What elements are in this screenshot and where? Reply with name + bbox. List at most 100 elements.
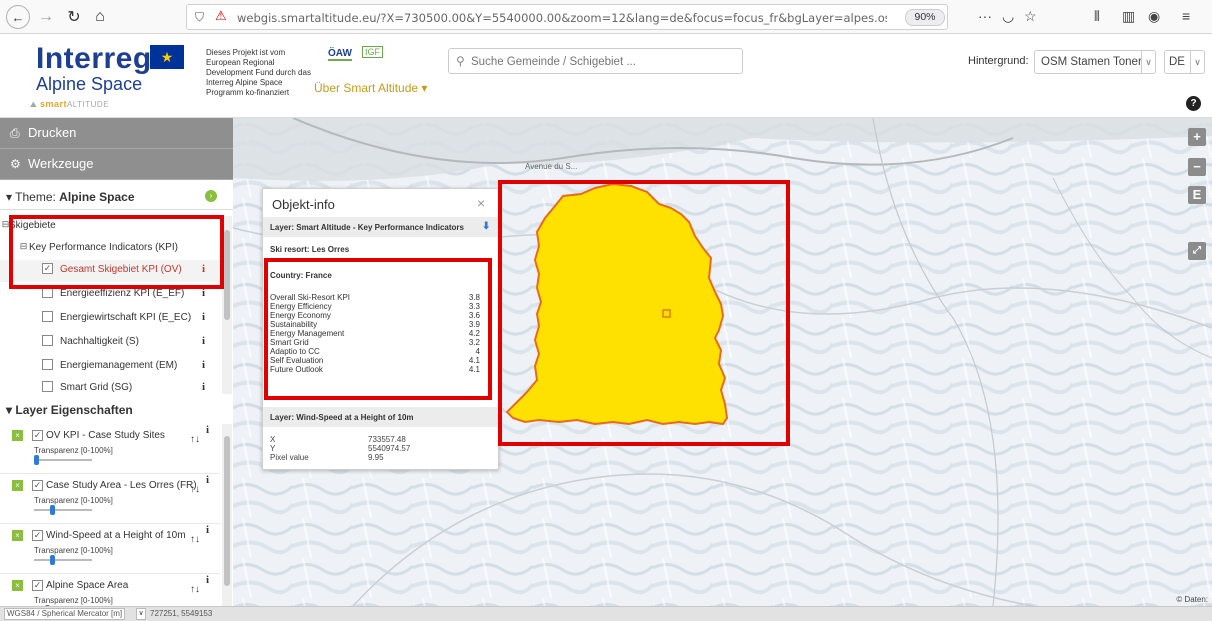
layer-visibility-checkbox[interactable]: ✓: [32, 430, 43, 441]
layer-checkbox[interactable]: [42, 335, 53, 346]
back-icon[interactable]: ←: [6, 5, 30, 29]
remove-layer-icon[interactable]: ×: [12, 580, 23, 591]
help-icon[interactable]: ?: [1186, 96, 1201, 111]
layer-checkbox[interactable]: [42, 359, 53, 370]
info-icon[interactable]: i: [202, 381, 205, 393]
bookmark-star-icon[interactable]: ☆: [1024, 8, 1037, 25]
tools-button[interactable]: ⚙ Werkzeuge: [0, 149, 233, 180]
download-icon[interactable]: ⬇: [482, 221, 490, 232]
info-icon[interactable]: i: [202, 287, 205, 299]
scroll-thumb[interactable]: [224, 436, 230, 586]
popup-layer-header: Layer: Wind-Speed at a Height of 10m: [263, 407, 498, 427]
kpi-row: Sustainability 3.9: [270, 320, 480, 329]
kpi-row: Adaptio to CC 4: [270, 347, 480, 356]
layer-checkbox[interactable]: [42, 311, 53, 322]
tree-item-nachhaltigkeit[interactable]: Nachhaltigkeit (S) i: [0, 332, 220, 354]
layer-checkbox[interactable]: [42, 287, 53, 298]
print-button[interactable]: ⎙ Drucken: [0, 118, 233, 149]
layer-visibility-checkbox[interactable]: ✓: [32, 580, 43, 591]
layer-properties-header[interactable]: ▾ Layer Eigenschaften: [0, 398, 233, 422]
projection-select[interactable]: WGS84 / Spherical Mercator [m]: [4, 608, 126, 620]
pocket-icon[interactable]: ◡: [1002, 8, 1014, 25]
igf-logo[interactable]: IGF: [362, 46, 383, 58]
tree-scrollbar[interactable]: [222, 216, 232, 394]
tree-item-kpi[interactable]: ⊟ Key Performance Indicators (KPI): [0, 238, 220, 260]
reorder-icon[interactable]: ↑↓: [190, 534, 200, 545]
info-icon[interactable]: i: [206, 524, 209, 536]
expand-icon[interactable]: ⤢: [1188, 242, 1206, 260]
forward-icon[interactable]: →: [34, 5, 58, 29]
layer-visibility-checkbox[interactable]: ✓: [32, 530, 43, 541]
chevron-down-icon[interactable]: ∨: [136, 608, 146, 620]
interreg-logo[interactable]: Interreg: [36, 42, 152, 76]
sidebar-icon[interactable]: ▥: [1122, 8, 1135, 25]
tree-item-smart-grid[interactable]: Smart Grid (SG) i: [0, 378, 220, 394]
hamburger-menu-icon[interactable]: ≡: [1182, 8, 1190, 24]
search-box[interactable]: ⚲: [448, 48, 743, 74]
url-bar[interactable]: ⛉ ⚠ webgis.smartaltitude.eu/?X=730500.00…: [186, 4, 948, 30]
zoom-level-badge[interactable]: 90%: [905, 9, 945, 26]
kpi-row: Overall Ski-Resort KPI 3.8: [270, 293, 480, 302]
slider-handle[interactable]: [34, 455, 39, 465]
layer-properties-list: × ✓ OV KPI - Case Study Sites Transparen…: [0, 424, 220, 606]
map-place-label: Avenue du S...: [525, 162, 577, 171]
transparency-slider[interactable]: [34, 455, 92, 465]
close-icon[interactable]: ×: [477, 195, 485, 211]
info-icon[interactable]: i: [202, 359, 205, 371]
library-icon[interactable]: ⫴: [1094, 8, 1100, 25]
alpine-space-logo[interactable]: Alpine Space: [36, 74, 142, 95]
info-icon[interactable]: i: [202, 263, 205, 275]
info-icon[interactable]: i: [202, 311, 205, 323]
slider-handle[interactable]: [49, 505, 55, 515]
remove-layer-icon[interactable]: ×: [12, 480, 23, 491]
kpi-row: Energy Economy 3.6: [270, 311, 480, 320]
background-select[interactable]: OSM Stamen Toner ∨: [1034, 50, 1156, 74]
transparency-slider[interactable]: [34, 555, 92, 565]
browser-toolbar: ← → ↻ ⌂ ⛉ ⚠ webgis.smartaltitude.eu/?X=7…: [0, 0, 1212, 34]
info-icon[interactable]: i: [206, 574, 209, 586]
shield-icon[interactable]: ⛉: [195, 10, 204, 25]
tree-item-gesamt-kpi[interactable]: ✓ Gesamt Skigebiet KPI (OV) i: [0, 260, 220, 282]
info-icon[interactable]: i: [206, 474, 209, 486]
info-icon[interactable]: i: [202, 335, 205, 347]
layer-visibility-checkbox[interactable]: ✓: [32, 480, 43, 491]
info-icon[interactable]: i: [206, 424, 209, 436]
collapse-icon[interactable]: ⊟: [18, 242, 29, 253]
about-smart-altitude-menu[interactable]: Über Smart Altitude ▾: [314, 81, 427, 95]
theme-header[interactable]: ▾ Theme: Alpine Space ›: [0, 184, 233, 210]
eu-flag-icon: ★: [150, 45, 184, 69]
arrow-right-icon[interactable]: ›: [205, 190, 217, 202]
zoom-out-button[interactable]: −: [1188, 158, 1206, 176]
layers-scrollbar[interactable]: [222, 424, 232, 606]
tree-item-energiemanagement[interactable]: Energiemanagement (EM) i: [0, 356, 220, 378]
reorder-icon[interactable]: ↑↓: [190, 434, 200, 445]
reload-icon[interactable]: ↻: [62, 5, 86, 29]
remove-layer-icon[interactable]: ×: [12, 430, 23, 441]
zoom-in-button[interactable]: +: [1188, 128, 1206, 146]
tree-item-energieeffizienz[interactable]: Energieeffizienz KPI (E_EF) i: [0, 284, 220, 306]
language-select[interactable]: DE ∨: [1164, 50, 1205, 74]
reorder-icon[interactable]: ↑↓: [190, 584, 200, 595]
tree-item-energiewirtschaft[interactable]: Energiewirtschaft KPI (E_EC) i: [0, 308, 220, 330]
caret-down-icon: ▾: [6, 403, 16, 417]
remove-layer-icon[interactable]: ×: [12, 530, 23, 541]
transparency-slider[interactable]: [34, 505, 92, 515]
account-icon[interactable]: ◉: [1148, 8, 1160, 25]
eu-funding-text: Dieses Projekt ist vom European Regional…: [206, 48, 311, 97]
url-text[interactable]: webgis.smartaltitude.eu/?X=730500.00&Y=5…: [237, 11, 887, 25]
tree-item-skigebiete[interactable]: ⊟ Skigebiete: [0, 216, 220, 238]
lock-icon[interactable]: ⚠: [215, 8, 227, 24]
layer-checkbox[interactable]: ✓: [42, 263, 53, 274]
smart-altitude-logo[interactable]: ⛰ smartALTITUDE: [30, 99, 109, 110]
slider-handle[interactable]: [49, 555, 55, 565]
reorder-icon[interactable]: ↑↓: [190, 484, 200, 495]
search-input[interactable]: [471, 53, 737, 71]
scroll-thumb[interactable]: [224, 230, 230, 320]
extra-map-button[interactable]: E: [1188, 186, 1206, 204]
map-attribution[interactable]: © Daten:: [1176, 595, 1208, 604]
more-icon[interactable]: ···: [978, 8, 992, 24]
oaw-logo[interactable]: ÖAW: [328, 48, 352, 61]
wind-row: Y 5540974.57: [270, 444, 411, 453]
home-icon[interactable]: ⌂: [88, 5, 112, 29]
layer-checkbox[interactable]: [42, 381, 53, 392]
